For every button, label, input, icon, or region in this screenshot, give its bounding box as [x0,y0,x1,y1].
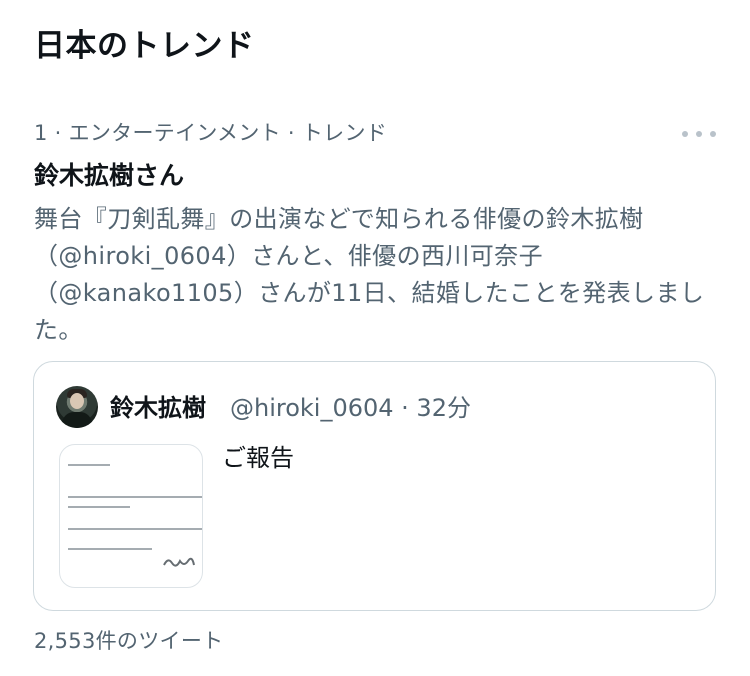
more-dot [710,131,716,137]
page-title: 日本のトレンド [34,28,255,64]
more-dot [696,131,702,137]
tweet-author-handle: @hiroki_0604 · 32分 [230,394,471,422]
document-image-icon [68,464,202,567]
trend-meta: 1 · エンターテインメント · トレンド [34,121,388,145]
trend-name[interactable]: 鈴木拡樹さん [34,158,184,194]
tweet-text: ご報告 [222,444,294,472]
tweet-image-thumbnail[interactable] [59,444,203,588]
embedded-tweet-card[interactable]: 鈴木拡樹 @hiroki_0604 · 32分 ご報告 [33,361,716,611]
tweet-count: 2,553件のツイート [34,629,224,653]
trend-description: 舞台『刀剣乱舞』の出演などで知られる俳優の鈴木拡樹（@hiroki_0604）さ… [34,205,705,344]
tweet-author-name[interactable]: 鈴木拡樹 [110,392,206,424]
avatar[interactable] [56,386,98,428]
more-dot [682,131,688,137]
more-icon[interactable] [682,122,716,146]
